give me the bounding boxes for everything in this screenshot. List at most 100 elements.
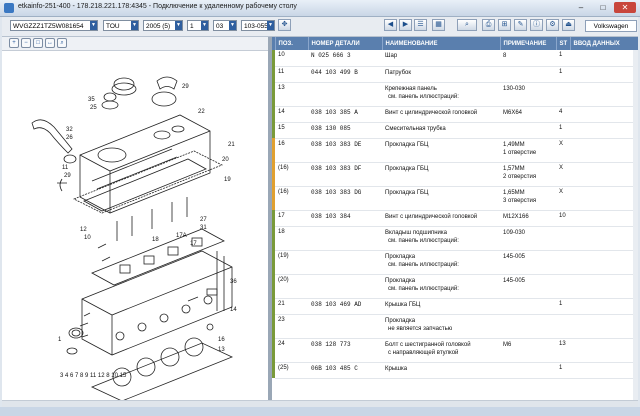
cell-note <box>500 314 556 339</box>
cell-part-number: 06B 103 485 C <box>308 362 382 379</box>
settings-icon[interactable]: ⚙ <box>546 19 559 31</box>
cell-data-entry[interactable] <box>570 298 638 315</box>
table-row[interactable]: 24 038 128 773 Болт с шестигранной головко… <box>272 338 638 363</box>
subgroup-select[interactable]: 03 ▼ <box>213 20 237 31</box>
table-row[interactable]: 10 N 025 666 3 Шар 8 1 <box>272 50 638 67</box>
table-row[interactable]: (19) Прокладка см. панель иллюстраций: 145-… <box>272 250 638 275</box>
model-select[interactable]: TOU ▼ <box>103 20 139 31</box>
table-row[interactable]: 21 038 103 469 AD Крышка ГБЦ 1 <box>272 298 638 315</box>
list-icon[interactable]: ☰ <box>414 19 427 31</box>
year-select[interactable]: 2005 (5) ▼ <box>143 20 183 31</box>
table-row[interactable]: 16 038 103 383 DE Прокладка ГБЦ 1,49MM 1 отв… <box>272 138 638 163</box>
brand-label: Volkswagen <box>585 20 637 32</box>
callout-27: 27 <box>200 217 207 223</box>
chevron-down-icon[interactable]: ▼ <box>201 21 208 30</box>
table-row[interactable]: 17 038 103 384 Винт с цилиндрической голов… <box>272 210 638 227</box>
cell-data-entry[interactable] <box>570 250 638 275</box>
cell-data-entry[interactable] <box>570 122 638 139</box>
close-button[interactable]: ✕ <box>614 2 636 13</box>
cell-name: Крышка ГБЦ <box>382 298 500 315</box>
cell-data-entry[interactable] <box>570 186 638 211</box>
zoom-in-icon[interactable]: + <box>9 38 19 48</box>
cell-data-entry[interactable] <box>570 138 638 163</box>
table-row[interactable]: 23 Прокладка не является запчастью <box>272 314 638 339</box>
cell-position: 21 <box>275 298 308 315</box>
table-row[interactable]: 13 Крепежная панель см. панель иллюстраций… <box>272 82 638 107</box>
header-st[interactable]: ST <box>556 37 571 50</box>
header-note[interactable]: ПРИМЕЧАНИЕ <box>500 37 557 50</box>
cell-data-entry[interactable] <box>570 314 638 339</box>
cart-icon[interactable]: ⊞ <box>498 19 511 31</box>
cell-data-entry[interactable] <box>570 106 638 123</box>
table-row[interactable]: (20) Прокладка см. панель иллюстраций: 145-… <box>272 274 638 299</box>
cell-note <box>500 298 556 315</box>
zoom-out-icon[interactable]: − <box>21 38 31 48</box>
header-data-entry[interactable]: ВВОД ДАННЫХ <box>570 37 638 50</box>
chevron-down-icon[interactable]: ▼ <box>267 21 274 30</box>
vin-select[interactable]: WVGZZZ1TZ5W081654 ▼ <box>10 20 98 31</box>
chevron-down-icon[interactable]: ▼ <box>90 21 97 30</box>
cell-position: 16 <box>275 138 308 163</box>
note-line: 109-030 <box>503 229 526 236</box>
cell-data-entry[interactable] <box>570 82 638 107</box>
cell-data-entry[interactable] <box>570 338 638 363</box>
table-row[interactable]: 11 044 103 499 B Патрубок 1 <box>272 66 638 83</box>
cell-position: (20) <box>275 274 308 299</box>
table-row[interactable]: (25) 06B 103 485 C Крышка 1 <box>272 362 638 379</box>
chevron-down-icon[interactable]: ▼ <box>175 21 182 30</box>
table-row[interactable]: (16) 038 103 383 DF Прокладка ГБЦ 1,57MM 2 о… <box>272 162 638 187</box>
cell-data-entry[interactable] <box>570 50 638 67</box>
name-line: Прокладка <box>385 253 416 260</box>
vertical-scrollbar[interactable] <box>633 50 638 400</box>
cell-name: Крышка <box>382 362 500 379</box>
chevron-down-icon[interactable]: ▼ <box>229 21 236 30</box>
illustration-select[interactable]: 103-055 ▼ <box>241 20 275 31</box>
cell-part-number <box>308 226 382 251</box>
table-row[interactable]: 15 038 130 085 Смесительная трубка 1 <box>272 122 638 139</box>
status-bar <box>0 407 640 416</box>
cell-data-entry[interactable] <box>570 162 638 187</box>
chevron-down-icon[interactable]: ▼ <box>131 21 138 30</box>
main-group-value: 1 <box>190 23 194 30</box>
zoom-width-icon[interactable]: ↔ <box>45 38 55 48</box>
name-line: Болт с шестигранной головкой <box>385 341 471 348</box>
callout-36: 36 <box>230 279 237 285</box>
model-value: TOU <box>106 23 120 30</box>
subgroup-value: 03 <box>216 23 224 30</box>
note-line: 1,49MM <box>503 141 525 148</box>
header-name[interactable]: НАИМЕНОВАНИЕ <box>382 37 501 50</box>
cell-name: Шар <box>382 50 500 67</box>
cell-data-entry[interactable] <box>570 226 638 251</box>
illustration-value: 103-055 <box>244 23 268 30</box>
cell-data-entry[interactable] <box>570 210 638 227</box>
print-icon[interactable]: ⎙ <box>482 19 495 31</box>
horizontal-scrollbar[interactable] <box>2 400 638 407</box>
name-line: Вкладыш подшипника <box>385 229 447 236</box>
forward-icon[interactable]: ▶ <box>399 19 412 31</box>
cell-part-number: 038 128 773 <box>308 338 382 363</box>
info-icon[interactable]: ⓘ <box>530 19 543 31</box>
cell-data-entry[interactable] <box>570 274 638 299</box>
cell-data-entry[interactable] <box>570 362 638 379</box>
table-row[interactable]: 14 038 103 385 A Винт с цилиндрической гол… <box>272 106 638 123</box>
note-icon[interactable]: ✎ <box>514 19 527 31</box>
grid-icon[interactable]: ▦ <box>432 19 445 31</box>
header-position[interactable]: ПОЗ. <box>275 37 309 50</box>
cell-data-entry[interactable] <box>570 66 638 83</box>
zoom-fit-icon[interactable]: □ <box>33 38 43 48</box>
search-icon[interactable]: ⌕ <box>457 19 477 31</box>
window-titlebar: etkainfo-251-400 - 178.218.221.178:4345 … <box>0 0 640 17</box>
main-group-select[interactable]: 1 ▼ <box>187 20 209 31</box>
cell-st <box>556 82 570 107</box>
header-part-number[interactable]: НОМЕР ДЕТАЛИ <box>308 37 383 50</box>
back-icon[interactable]: ◀ <box>384 19 397 31</box>
exploded-view-drawing[interactable]: 35 25 29 22 32 26 21 20 11 29 19 12 27 3… <box>2 51 268 400</box>
maximize-button[interactable]: □ <box>594 2 612 13</box>
exit-icon[interactable]: ⏏ <box>562 19 575 31</box>
zoom-area-icon[interactable]: ⌕ <box>57 38 67 48</box>
table-row[interactable]: 18 Вкладыш подшипника см. панель иллюстрац… <box>272 226 638 251</box>
minimize-button[interactable]: – <box>572 2 590 13</box>
table-row[interactable]: (16) 038 103 383 DG Прокладка ГБЦ 1,65MM 3 о… <box>272 186 638 211</box>
fit-arrows-icon[interactable]: ✥ <box>278 19 291 31</box>
cell-st <box>556 250 570 275</box>
